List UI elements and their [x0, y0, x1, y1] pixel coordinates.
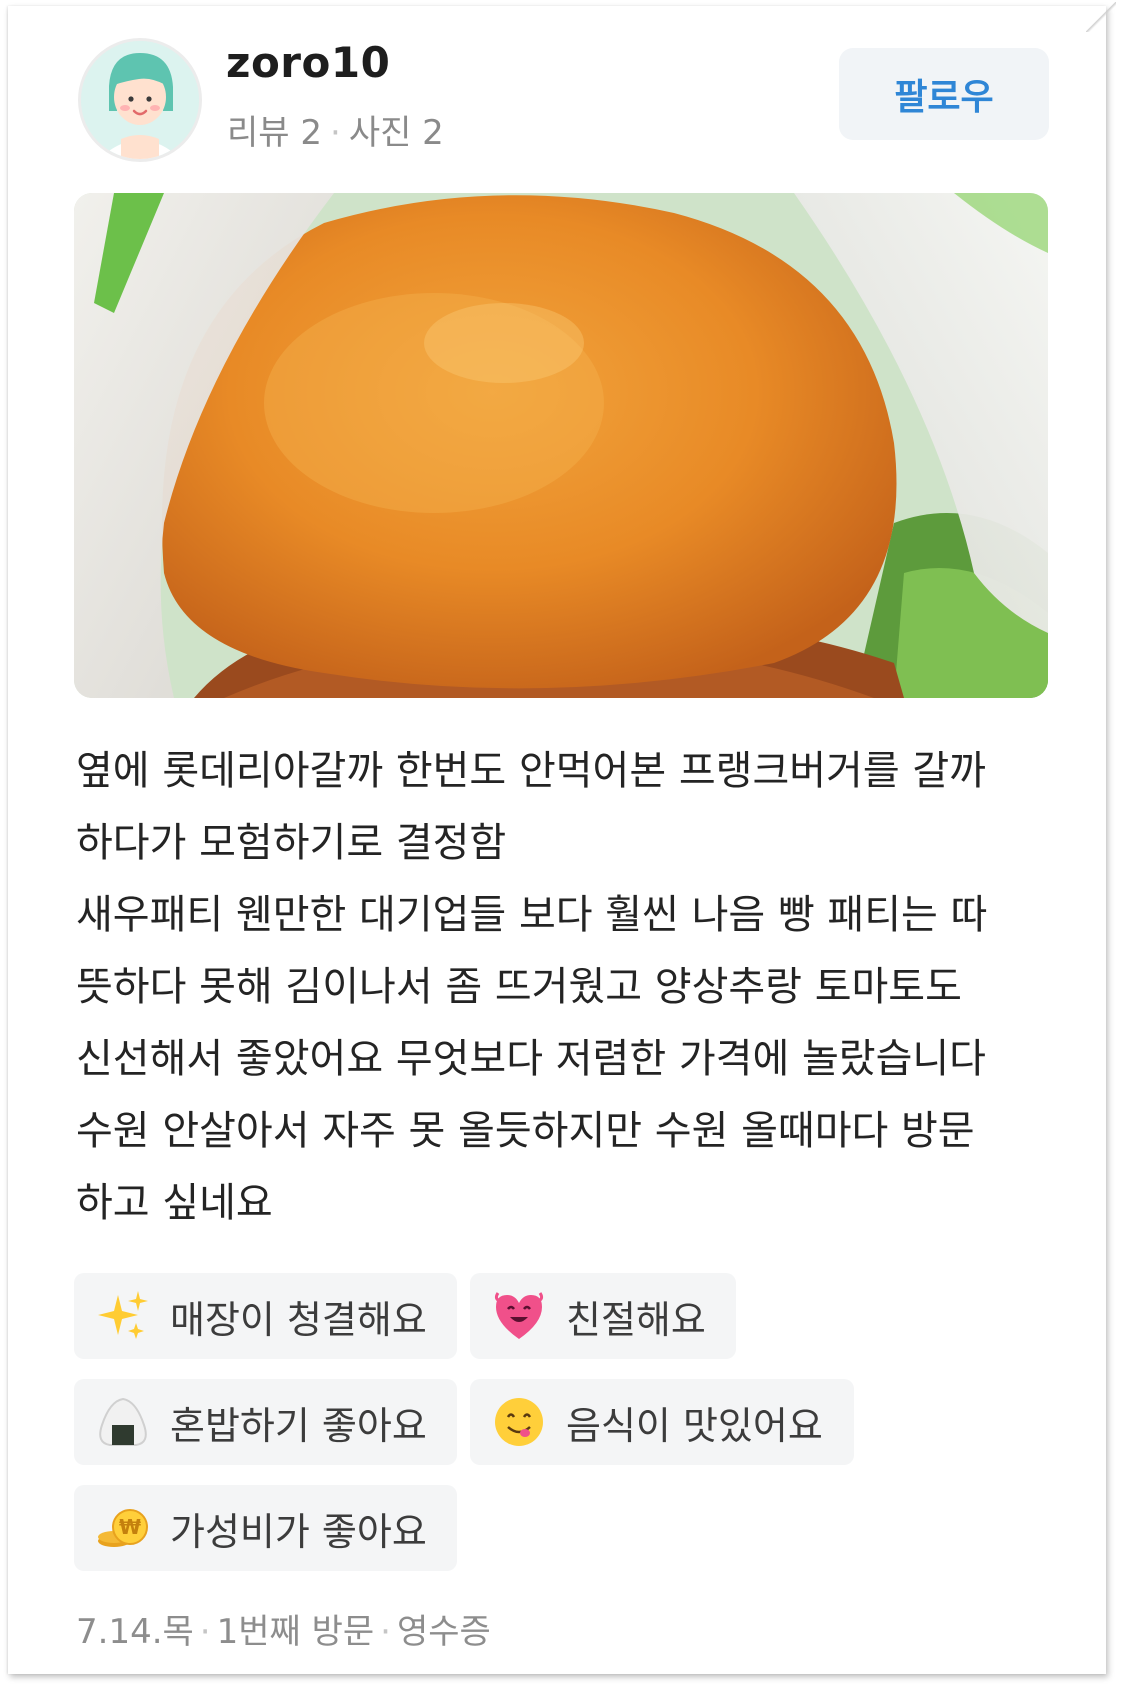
review-line: 신선해서 좋았어요 무엇보다 저렴한 가격에 놀랐습니다	[76, 1036, 986, 1082]
review-line: 뜻하다 못해 김이나서 좀 뜨거웠고 양상추랑 토마토도	[76, 964, 962, 1010]
visit-date: 7.14.목	[76, 1612, 194, 1652]
keyword-label: 가성비가 좋아요	[170, 1509, 427, 1554]
user-name[interactable]: zoro10	[226, 38, 390, 87]
follow-button[interactable]: 팔로우	[839, 48, 1049, 140]
svg-text:₩: ₩	[119, 1515, 141, 1539]
sparkles-icon	[96, 1289, 150, 1343]
review-line: 수원 안살아서 자주 못 올듯하지만 수원 올때마다 방문	[76, 1108, 975, 1154]
keyword-chip[interactable]: 매장이 청결해요	[74, 1273, 457, 1359]
keyword-label: 친절해요	[566, 1297, 706, 1342]
review-line: 새우패티 웬만한 대기업들 보다 훨씬 나음 빵 패티는 따	[76, 892, 988, 938]
separator: ·	[199, 1612, 211, 1652]
separator: ·	[330, 113, 341, 153]
visit-info: 7.14.목 · 1번째 방문 · 영수증	[76, 1604, 491, 1653]
heart-face-icon	[492, 1289, 546, 1343]
review-line: 옆에 롯데리아갈까 한번도 안먹어본 프랭크버거를 갈까	[76, 748, 986, 794]
coins-icon: ₩	[96, 1501, 150, 1555]
review-line: 하다가 모험하기로 결정함	[76, 820, 507, 866]
review-body: 옆에 롯데리아갈까 한번도 안먹어본 프랭크버거를 갈까 하다가 모험하기로 결…	[76, 735, 1056, 1239]
review-photo[interactable]	[74, 193, 1048, 698]
review-count: 리뷰 2	[227, 113, 322, 153]
yum-face-icon	[492, 1395, 546, 1449]
separator: ·	[380, 1612, 391, 1652]
rice-ball-icon	[96, 1395, 150, 1449]
photo-count: 사진 2	[348, 113, 444, 153]
keyword-label: 매장이 청결해요	[170, 1297, 427, 1342]
review-line: 하고 싶네요	[76, 1180, 273, 1226]
receipt-label: 영수증	[396, 1612, 491, 1652]
keyword-label: 혼밥하기 좋아요	[170, 1403, 427, 1448]
keyword-chip[interactable]: ₩ 가성비가 좋아요	[74, 1485, 457, 1571]
burger-photo-icon	[74, 193, 1048, 698]
keyword-chip[interactable]: 음식이 맛있어요	[470, 1379, 854, 1465]
keyword-label: 음식이 맛있어요	[566, 1403, 823, 1448]
keyword-chip[interactable]: 혼밥하기 좋아요	[74, 1379, 457, 1465]
user-stats: 리뷰 2 · 사진 2	[227, 105, 444, 154]
visit-count: 1번째 방문	[216, 1612, 375, 1652]
review-header: zoro10 리뷰 2 · 사진 2 팔로우	[0, 0, 1121, 180]
avatar-illustration-icon	[81, 41, 199, 159]
keyword-chip[interactable]: 친절해요	[470, 1273, 736, 1359]
user-avatar[interactable]	[78, 38, 202, 162]
